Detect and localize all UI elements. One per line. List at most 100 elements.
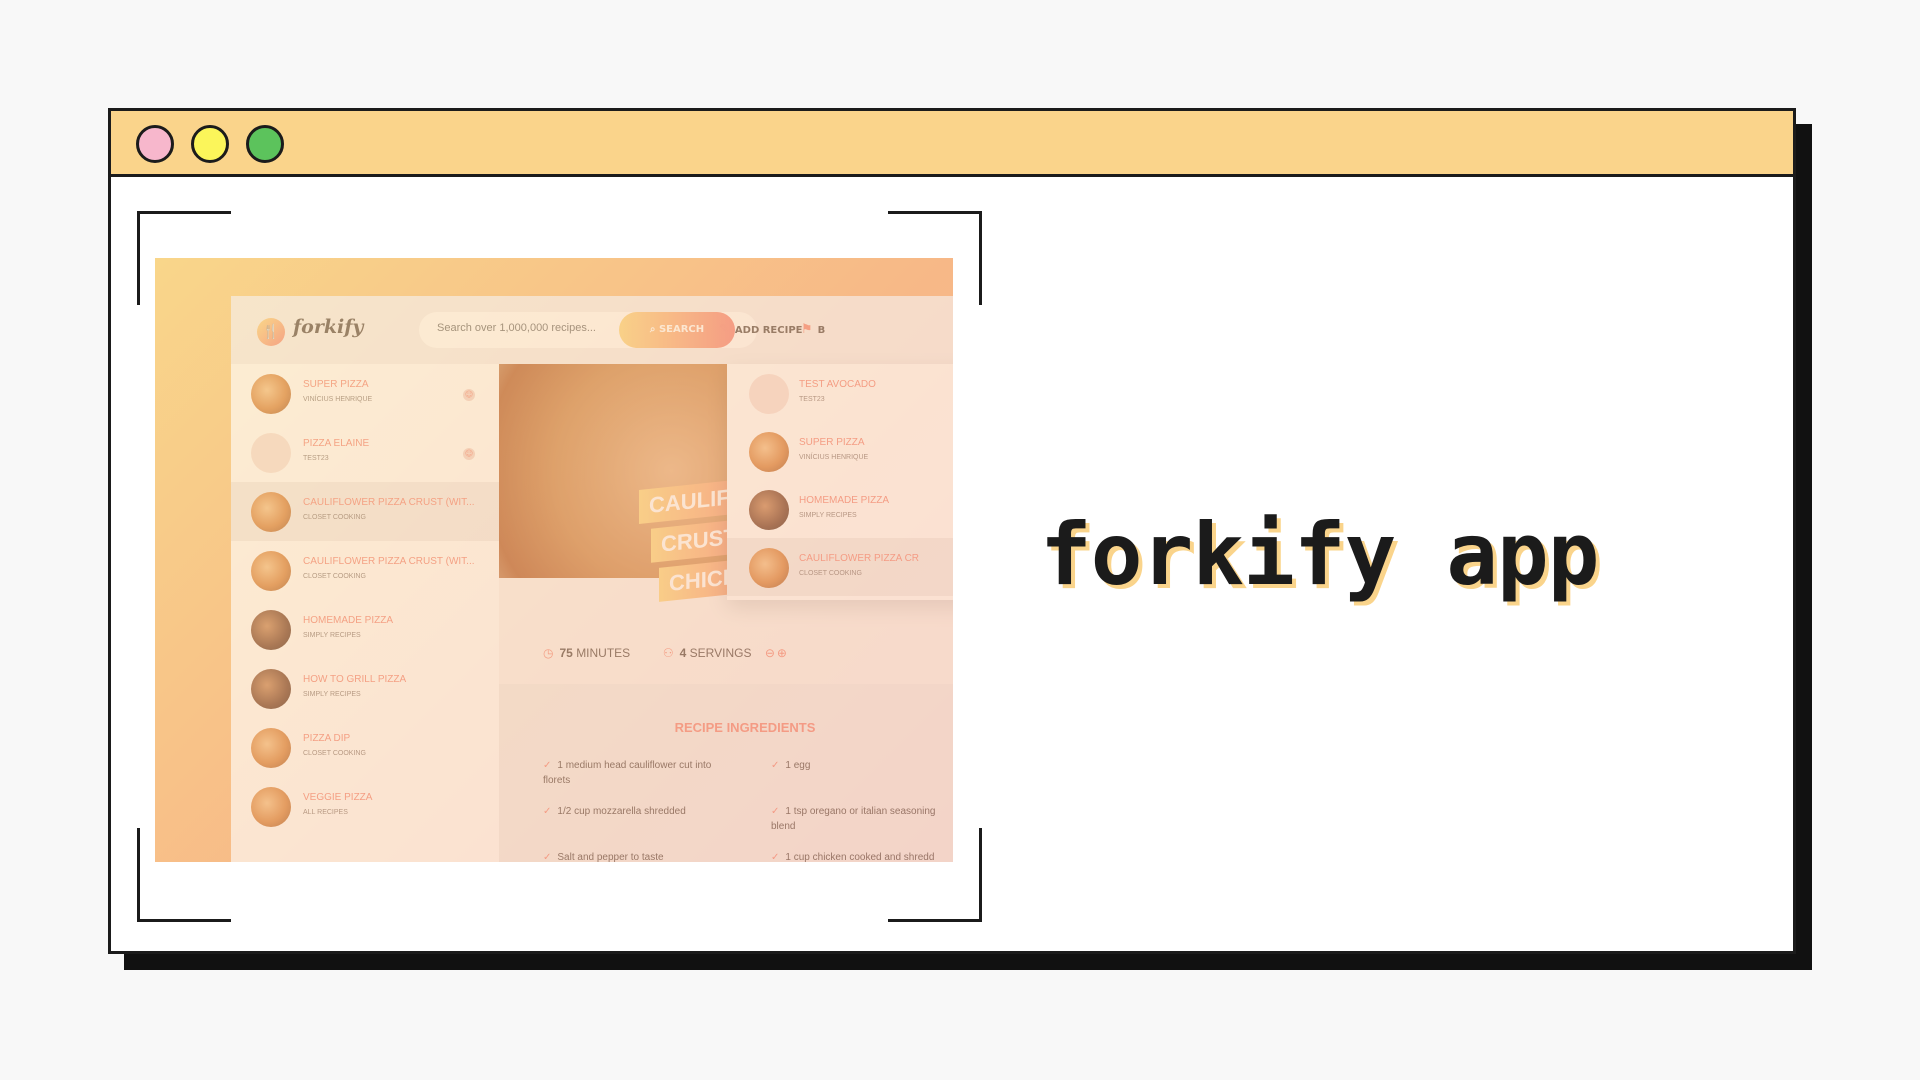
page-headline: forkify app [1040, 505, 1600, 605]
app-header: 🍴 forkify ⌕ SEARCH ✎ADD RECIPE ⚑B [231, 296, 953, 364]
result-title: CAULIFLOWER PIZZA CRUST (WIT... [303, 497, 475, 508]
check-icon: ✓ [543, 760, 552, 771]
decrease-servings-icon[interactable]: ⊖ [765, 646, 775, 660]
ingredient-text: 1 tsp oregano or italian seasoning blend [771, 806, 936, 832]
search-button[interactable]: ⌕ SEARCH [619, 312, 735, 348]
bookmark-item[interactable]: HOMEMADE PIZZA SIMPLY RECIPES [727, 480, 953, 538]
result-item[interactable]: PIZZA ELAINE TEST23 ☺ [231, 423, 499, 482]
ingredient-text: 1 egg [785, 760, 811, 771]
servings-count: 4 [679, 646, 687, 660]
check-icon: ✓ [771, 806, 780, 817]
search-input[interactable] [437, 322, 617, 334]
result-publisher: ALL RECIPES [303, 809, 348, 816]
ingredient-item: ✓ 1 cup chicken cooked and shredd [771, 850, 941, 862]
add-recipe-button[interactable]: ✎ ADD RECIPE [719, 322, 802, 337]
app-screenshot: 🍴 forkify ⌕ SEARCH ✎ADD RECIPE ⚑B SUPER … [155, 258, 953, 862]
result-item[interactable]: HOMEMADE PIZZA SIMPLY RECIPES [231, 600, 499, 659]
check-icon: ✓ [771, 852, 780, 862]
fork-icon: 🍴 [257, 318, 285, 346]
result-title: HOMEMADE PIZZA [303, 615, 394, 626]
close-button[interactable] [136, 125, 174, 163]
search-icon: ⌕ [649, 324, 656, 335]
user-generated-icon: ☺ [463, 389, 475, 401]
title-bar [111, 111, 1793, 177]
result-publisher: SIMPLY RECIPES [303, 691, 361, 698]
recipe-thumbnail [251, 728, 291, 768]
bookmarks-label: B [817, 325, 826, 336]
result-title: CAULIFLOWER PIZZA CRUST (WIT... [303, 556, 475, 567]
ingredients-title: RECIPE INGREDIENTS [674, 720, 816, 735]
bookmark-title: SUPER PIZZA [799, 437, 865, 448]
recipe-thumbnail [749, 374, 789, 414]
result-publisher: CLOSET COOKING [303, 514, 366, 521]
recipe-thumbnail [749, 490, 789, 530]
check-icon: ✓ [543, 806, 552, 817]
bookmark-publisher: TEST23 [799, 396, 825, 403]
result-title: VEGGIE PIZZA [303, 792, 373, 803]
result-item[interactable]: SUPER PIZZA VINÍCIUS HENRIQUE ☺ [231, 364, 499, 423]
ingredient-text: 1 medium head cauliflower cut into flore… [543, 760, 712, 786]
recipe-thumbnail [251, 787, 291, 827]
bookmarks-dropdown: TEST AVOCADO TEST23 SUPER PIZZA VINÍCIUS… [727, 364, 953, 600]
result-title: HOW TO GRILL PIZZA [303, 674, 407, 685]
result-item[interactable]: HOW TO GRILL PIZZA SIMPLY RECIPES [231, 659, 499, 718]
ingredient-item: ✓ 1 tsp oregano or italian seasoning blen… [771, 804, 941, 834]
bookmark-publisher: VINÍCIUS HENRIQUE [799, 454, 869, 461]
forkify-app: 🍴 forkify ⌕ SEARCH ✎ADD RECIPE ⚑B SUPER … [231, 296, 953, 862]
edit-icon: ✎ [719, 322, 730, 337]
search-form: ⌕ SEARCH [419, 312, 757, 348]
bookmarks-button[interactable]: ⚑ B [801, 322, 825, 337]
bookmark-icon: ⚑ [801, 322, 813, 337]
result-item[interactable]: CAULIFLOWER PIZZA CRUST (WIT... CLOSET C… [231, 482, 499, 541]
bookmark-item[interactable]: TEST AVOCADO TEST23 [727, 364, 953, 422]
bookmark-item[interactable]: SUPER PIZZA VINÍCIUS HENRIQUE [727, 422, 953, 480]
ingredient-item: ✓ 1/2 cup mozzarella shredded [543, 804, 713, 819]
recipe-thumbnail [251, 551, 291, 591]
servings-unit: SERVINGS [689, 646, 752, 660]
result-title: PIZZA DIP [303, 733, 351, 744]
ingredient-item: ✓ 1 egg [771, 758, 941, 773]
bookmark-title: HOMEMADE PIZZA [799, 495, 890, 506]
search-button-label: SEARCH [658, 324, 705, 335]
search-results-list: SUPER PIZZA VINÍCIUS HENRIQUE ☺ PIZZA EL… [231, 364, 499, 862]
add-recipe-label: ADD RECIPE [734, 325, 803, 336]
result-publisher: SIMPLY RECIPES [303, 632, 361, 639]
recipe-details: ◷ 75 MINUTES ⚇ 4 SERVINGS ⊖ ⊕ [543, 646, 793, 660]
minimize-button[interactable] [191, 125, 229, 163]
recipe-thumbnail [251, 374, 291, 414]
recipe-thumbnail [251, 433, 291, 473]
result-publisher: VINÍCIUS HENRIQUE [303, 396, 373, 403]
user-generated-icon: ☺ [463, 448, 475, 460]
recipe-thumbnail [251, 610, 291, 650]
cooking-unit: MINUTES [576, 646, 631, 660]
ingredient-text: Salt and pepper to taste [557, 852, 664, 862]
maximize-button[interactable] [246, 125, 284, 163]
increase-servings-icon[interactable]: ⊕ [777, 646, 787, 660]
bookmark-publisher: SIMPLY RECIPES [799, 512, 857, 519]
app-logo[interactable]: forkify [293, 316, 363, 338]
check-icon: ✓ [543, 852, 552, 862]
ingredient-text: 1/2 cup mozzarella shredded [557, 806, 686, 817]
cooking-time: 75 [559, 646, 573, 660]
result-publisher: TEST23 [303, 455, 329, 462]
ingredient-item: ✓ 1 medium head cauliflower cut into flor… [543, 758, 713, 788]
bookmark-title: TEST AVOCADO [799, 379, 876, 390]
check-icon: ✓ [771, 760, 780, 771]
bookmark-publisher: CLOSET COOKING [799, 570, 862, 577]
result-title: SUPER PIZZA [303, 379, 369, 390]
recipe-thumbnail [251, 669, 291, 709]
ingredient-item: ✓ Salt and pepper to taste [543, 850, 713, 862]
ingredient-text: 1 cup chicken cooked and shredd [785, 852, 935, 862]
result-publisher: CLOSET COOKING [303, 573, 366, 580]
result-item[interactable]: PIZZA DIP CLOSET COOKING [231, 718, 499, 777]
users-icon: ⚇ [662, 646, 674, 660]
bookmark-title: CAULIFLOWER PIZZA CR [799, 553, 920, 564]
recipe-thumbnail [251, 492, 291, 532]
result-item[interactable]: VEGGIE PIZZA ALL RECIPES [231, 777, 499, 836]
result-title: PIZZA ELAINE [303, 438, 370, 449]
result-item[interactable]: CAULIFLOWER PIZZA CRUST (WIT... CLOSET C… [231, 541, 499, 600]
clock-icon: ◷ [543, 646, 554, 660]
recipe-thumbnail [749, 432, 789, 472]
bookmark-item[interactable]: CAULIFLOWER PIZZA CR CLOSET COOKING [727, 538, 953, 596]
recipe-thumbnail [749, 548, 789, 588]
